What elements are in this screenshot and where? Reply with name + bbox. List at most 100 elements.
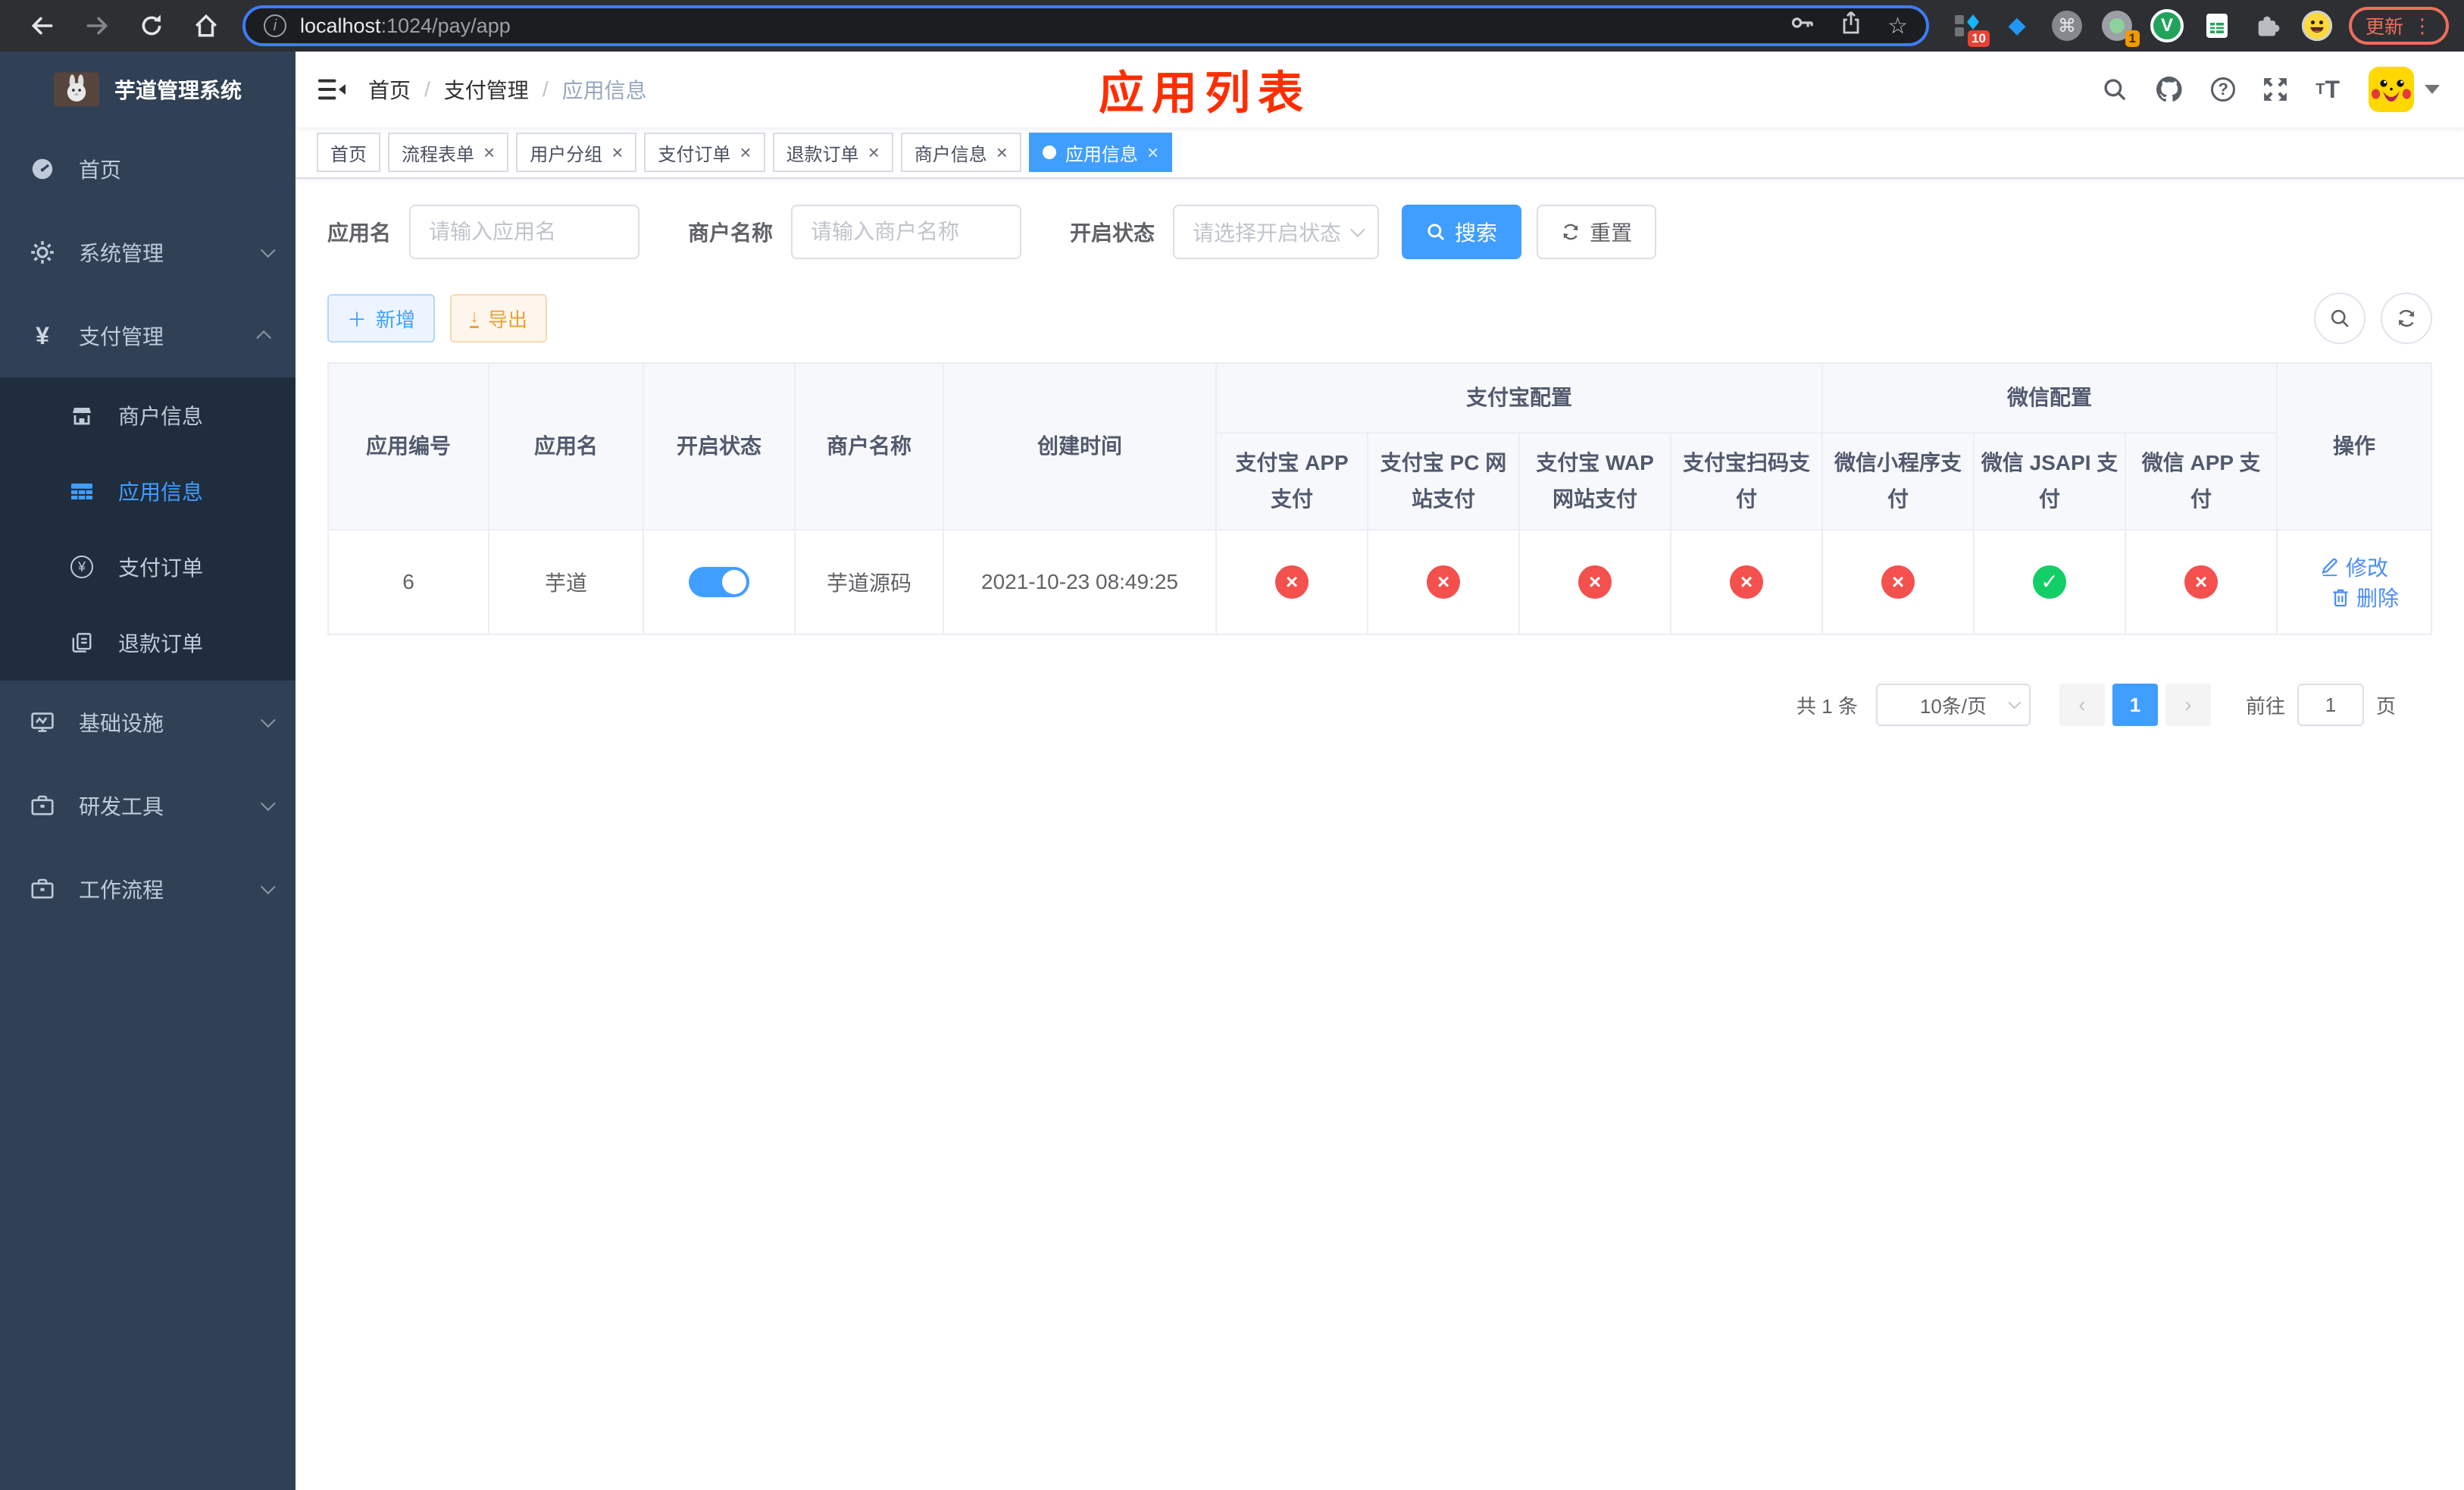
- browser-back-icon[interactable]: [15, 3, 70, 49]
- page-content: 应用名 商户名称 开启状态 请选择开启状态 搜索 重置: [295, 179, 2464, 1490]
- logo-image: [53, 72, 99, 107]
- page-title-annotation: 应用列表: [1099, 67, 1311, 119]
- bookmark-star-icon[interactable]: ☆: [1887, 13, 1908, 39]
- sidebar-item-merchant-info[interactable]: 商户信息: [0, 377, 295, 453]
- github-icon[interactable]: [2141, 75, 2197, 104]
- close-icon[interactable]: ×: [483, 142, 495, 162]
- col-header-merchant: 商户名称: [794, 362, 944, 531]
- edit-button[interactable]: 修改: [2320, 552, 2388, 582]
- sidebar-item-workflow[interactable]: 工作流程: [0, 847, 295, 931]
- search-button[interactable]: 搜索: [1402, 205, 1522, 259]
- status-label: 开启状态: [1070, 221, 1155, 245]
- sidebar-item-app-info[interactable]: 应用信息: [0, 453, 295, 529]
- vue-devtools-icon[interactable]: V: [2150, 9, 2184, 42]
- sidebar-item-infra[interactable]: 基础设施: [0, 681, 295, 764]
- close-icon[interactable]: ×: [868, 142, 880, 162]
- merchant-name-input[interactable]: [791, 205, 1022, 259]
- font-size-icon[interactable]: TT: [2302, 76, 2353, 104]
- sidebar-item-home[interactable]: 首页: [0, 127, 295, 211]
- top-navbar: 首页 / 支付管理 / 应用信息 应用列表 ? TT: [295, 52, 2464, 127]
- extension-sheet-icon[interactable]: [2200, 9, 2234, 42]
- plus-icon: ＋: [347, 308, 367, 331]
- user-avatar-menu[interactable]: [2369, 67, 2440, 112]
- chevron-down-icon: [2008, 696, 2022, 709]
- extension-command-icon[interactable]: ⌘: [2050, 9, 2084, 42]
- total-count: 共 1 条: [1796, 694, 1858, 718]
- sidebar-item-system[interactable]: 系统管理: [0, 211, 295, 294]
- browser-extensions: 10 ◆ ⌘ 1 V: [1950, 9, 2334, 47]
- col-header-id: 应用编号: [327, 362, 489, 531]
- toggle-search-button[interactable]: [2314, 293, 2366, 344]
- prev-page-button[interactable]: ‹: [2059, 684, 2105, 726]
- sidebar-item-refund-order[interactable]: 退款订单: [0, 605, 295, 681]
- extension-recorder-icon[interactable]: 1: [2100, 9, 2140, 47]
- extension-gem-icon[interactable]: ◆: [2000, 9, 2034, 42]
- status-select[interactable]: 请选择开启状态: [1173, 205, 1380, 259]
- avatar: [2369, 67, 2414, 112]
- password-key-icon[interactable]: [1789, 10, 1815, 42]
- export-button[interactable]: ↓ 导出: [450, 294, 548, 343]
- breadcrumb-current: 应用信息: [561, 79, 647, 102]
- tab-pay-order[interactable]: 支付订单 ×: [644, 133, 765, 172]
- tab-home[interactable]: 首页: [317, 133, 380, 172]
- document-icon: [68, 631, 95, 654]
- chevron-down-icon: [1349, 222, 1365, 238]
- next-page-button[interactable]: ›: [2165, 684, 2211, 726]
- close-icon[interactable]: ×: [611, 142, 623, 162]
- add-button[interactable]: ＋新增: [327, 294, 436, 343]
- breadcrumb-home[interactable]: 首页: [368, 74, 411, 105]
- goto-page-input[interactable]: [2297, 684, 2364, 726]
- delete-button[interactable]: 删除: [2331, 582, 2399, 612]
- pen-icon: [2322, 558, 2337, 577]
- chevron-down-icon: [260, 879, 276, 895]
- fullscreen-icon[interactable]: [2249, 77, 2302, 102]
- close-icon[interactable]: ×: [1147, 142, 1159, 162]
- address-bar[interactable]: i localhost:1024/pay/app ☆: [242, 5, 1929, 46]
- alipay-app-status-icon: [1275, 565, 1309, 599]
- tab-user-group[interactable]: 用户分组 ×: [516, 133, 637, 172]
- extensions-puzzle-icon[interactable]: [2250, 9, 2284, 42]
- refresh-table-button[interactable]: [2381, 293, 2432, 344]
- browser-home-icon[interactable]: [179, 3, 233, 49]
- sidebar-item-pay[interactable]: ¥ 支付管理: [0, 294, 295, 377]
- download-icon: ↓: [470, 305, 480, 328]
- page-size-select[interactable]: 10条/页: [1875, 684, 2031, 726]
- merchant-name-label: 商户名称: [688, 221, 774, 245]
- col-header-created: 创建时间: [943, 362, 1217, 531]
- sidebar-item-devtools[interactable]: 研发工具: [0, 764, 295, 847]
- monitor-icon: [29, 710, 56, 734]
- sidebar-item-pay-order[interactable]: ¥ 支付订单: [0, 529, 295, 605]
- tab-merchant-info[interactable]: 商户信息 ×: [900, 133, 1021, 172]
- browser-profile-avatar[interactable]: [2300, 9, 2334, 42]
- col-header-name: 应用名: [488, 362, 644, 531]
- reset-button[interactable]: 重置: [1537, 205, 1657, 259]
- browser-update-button[interactable]: 更新 ⋮: [2348, 7, 2449, 45]
- help-icon[interactable]: ?: [2197, 77, 2249, 102]
- extension-blocks-icon[interactable]: 10: [1950, 9, 1990, 47]
- yen-icon: ¥: [36, 321, 49, 349]
- group-header-alipay: 支付宝配置: [1215, 362, 1824, 434]
- app-name-input[interactable]: [409, 205, 640, 259]
- browser-forward-icon[interactable]: [70, 3, 124, 49]
- app-logo[interactable]: 芋道管理系统: [0, 52, 295, 127]
- page-number-current[interactable]: 1: [2112, 684, 2158, 726]
- close-icon[interactable]: ×: [996, 142, 1008, 162]
- tab-app-info[interactable]: 应用信息 ×: [1028, 133, 1173, 172]
- app-name-label: 应用名: [327, 221, 392, 245]
- share-icon[interactable]: [1839, 11, 1863, 41]
- url-text[interactable]: localhost:1024/pay/app: [300, 14, 511, 38]
- app-title: 芋道管理系统: [114, 79, 242, 102]
- header-search-icon[interactable]: [2088, 77, 2141, 102]
- browser-menu-icon[interactable]: ⋮: [2412, 14, 2432, 38]
- browser-chrome: i localhost:1024/pay/app ☆ 10 ◆ ⌘ 1 V 更新…: [0, 0, 2464, 52]
- col-header-alipay-wap: 支付宝 WAP 网站支付: [1518, 432, 1671, 531]
- close-icon[interactable]: ×: [740, 142, 751, 162]
- tab-process-form[interactable]: 流程表单 ×: [388, 133, 509, 172]
- site-info-icon[interactable]: i: [264, 14, 286, 37]
- status-toggle[interactable]: [689, 567, 749, 597]
- table-row: 6 芋道 芋道源码 2021-10-23 08:49:25 × × × × × …: [327, 529, 2432, 635]
- sidebar-collapse-icon[interactable]: [295, 52, 368, 127]
- tab-refund-order[interactable]: 退款订单 ×: [772, 133, 893, 172]
- breadcrumb-pay[interactable]: 支付管理: [444, 74, 529, 105]
- browser-reload-icon[interactable]: [124, 3, 179, 49]
